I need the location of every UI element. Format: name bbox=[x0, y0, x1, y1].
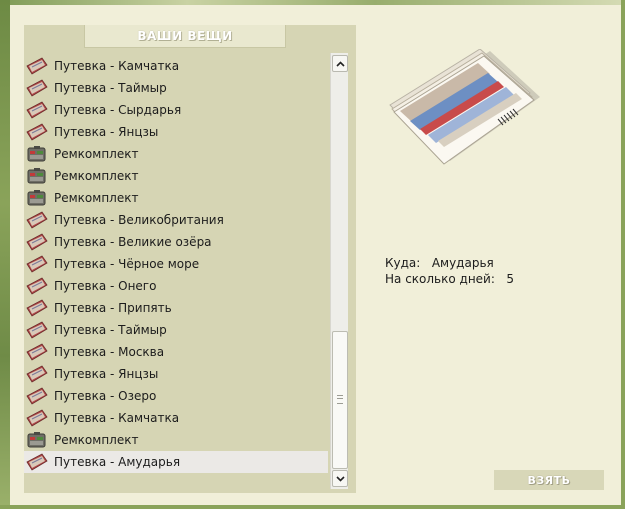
list-item[interactable]: Ремкомплект bbox=[24, 187, 328, 209]
list-item-label: Путевка - Онего bbox=[54, 279, 157, 293]
list-item-label: Путевка - Таймыр bbox=[54, 81, 167, 95]
list-item[interactable]: Путевка - Камчатка bbox=[24, 407, 328, 429]
ticket-icon bbox=[26, 57, 48, 75]
repair-kit-icon bbox=[26, 167, 48, 185]
list-item-label: Путевка - Камчатка bbox=[54, 59, 180, 73]
item-details: Куда: Амударья На сколько дней: 5 bbox=[385, 255, 514, 287]
days-row: На сколько дней: 5 bbox=[385, 271, 514, 287]
background-scenery-bottom bbox=[0, 505, 625, 509]
days-label: На сколько дней: bbox=[385, 272, 495, 286]
ticket-icon bbox=[26, 211, 48, 229]
list-item[interactable]: Путевка - Москва bbox=[24, 341, 328, 363]
list-item[interactable]: Путевка - Янцзы bbox=[24, 121, 328, 143]
repair-kit-icon bbox=[26, 431, 48, 449]
list-item[interactable]: Путевка - Амударья bbox=[24, 451, 328, 473]
scroll-down-button[interactable] bbox=[332, 470, 348, 487]
inventory-dialog: ВАШИ ВЕЩИ Путевка - Камчатка Путевка - Та… bbox=[10, 5, 621, 505]
ticket-icon bbox=[26, 453, 48, 471]
list-item[interactable]: Путевка - Янцзы bbox=[24, 363, 328, 385]
list-item-label: Ремкомплект bbox=[54, 433, 139, 447]
list-item[interactable]: Путевка - Чёрное море bbox=[24, 253, 328, 275]
list-item-label: Ремкомплект bbox=[54, 191, 139, 205]
list-item-label: Путевка - Амударья bbox=[54, 455, 181, 469]
scroll-thumb[interactable] bbox=[332, 331, 348, 469]
list-item[interactable]: Путевка - Сырдарья bbox=[24, 99, 328, 121]
list-item[interactable]: Путевка - Таймыр bbox=[24, 77, 328, 99]
list-item[interactable]: Путевка - Великие озёра bbox=[24, 231, 328, 253]
panel-title: ВАШИ ВЕЩИ bbox=[84, 25, 286, 48]
ticket-icon bbox=[26, 321, 48, 339]
scroll-up-button[interactable] bbox=[332, 55, 348, 72]
list-item-label: Путевка - Сырдарья bbox=[54, 103, 182, 117]
destination-value: Амударья bbox=[431, 256, 494, 270]
ticket-icon bbox=[26, 255, 48, 273]
ticket-icon bbox=[26, 123, 48, 141]
list-item-label: Ремкомплект bbox=[54, 147, 139, 161]
list-item-label: Путевка - Янцзы bbox=[54, 367, 159, 381]
list-item[interactable]: Путевка - Озеро bbox=[24, 385, 328, 407]
ticket-icon bbox=[26, 409, 48, 427]
list-item-label: Путевка - Москва bbox=[54, 345, 165, 359]
ticket-icon bbox=[26, 277, 48, 295]
chevron-down-icon bbox=[335, 475, 345, 482]
destination-row: Куда: Амударья bbox=[385, 255, 514, 271]
background-scenery-left bbox=[0, 0, 10, 509]
grip-icon bbox=[337, 395, 343, 404]
ticket-icon bbox=[26, 233, 48, 251]
ticket-image bbox=[389, 49, 540, 165]
ticket-icon bbox=[26, 79, 48, 97]
list-item[interactable]: Путевка - Великобритания bbox=[24, 209, 328, 231]
ticket-icon bbox=[26, 101, 48, 119]
list-item-label: Путевка - Великобритания bbox=[54, 213, 224, 227]
ticket-icon bbox=[26, 299, 48, 317]
items-scrollbar[interactable] bbox=[330, 53, 348, 489]
background-scenery-right bbox=[621, 0, 625, 509]
ticket-icon bbox=[26, 343, 48, 361]
list-item[interactable]: Путевка - Камчатка bbox=[24, 55, 328, 77]
list-item[interactable]: Путевка - Припять bbox=[24, 297, 328, 319]
list-item[interactable]: Ремкомплект bbox=[24, 143, 328, 165]
list-item-label: Путевка - Припять bbox=[54, 301, 172, 315]
repair-kit-icon bbox=[26, 189, 48, 207]
ticket-icon bbox=[26, 387, 48, 405]
repair-kit-icon bbox=[26, 145, 48, 163]
list-item[interactable]: Ремкомплект bbox=[24, 429, 328, 451]
list-item[interactable]: Ремкомплект bbox=[24, 165, 328, 187]
chevron-up-icon bbox=[335, 60, 345, 67]
list-item-label: Путевка - Таймыр bbox=[54, 323, 167, 337]
ticket-icon bbox=[26, 365, 48, 383]
list-item-label: Ремкомплект bbox=[54, 169, 139, 183]
list-item[interactable]: Путевка - Онего bbox=[24, 275, 328, 297]
take-button[interactable]: ВЗЯТЬ bbox=[494, 470, 604, 490]
list-item-label: Путевка - Озеро bbox=[54, 389, 157, 403]
list-item-label: Путевка - Великие озёра bbox=[54, 235, 212, 249]
list-item-label: Путевка - Камчатка bbox=[54, 411, 180, 425]
list-item-label: Путевка - Чёрное море bbox=[54, 257, 200, 271]
days-value: 5 bbox=[506, 272, 515, 286]
destination-label: Куда: bbox=[385, 256, 421, 270]
list-item[interactable]: Путевка - Таймыр bbox=[24, 319, 328, 341]
list-item-label: Путевка - Янцзы bbox=[54, 125, 159, 139]
items-list: Путевка - Камчатка Путевка - Таймыр Путевк… bbox=[24, 55, 328, 487]
